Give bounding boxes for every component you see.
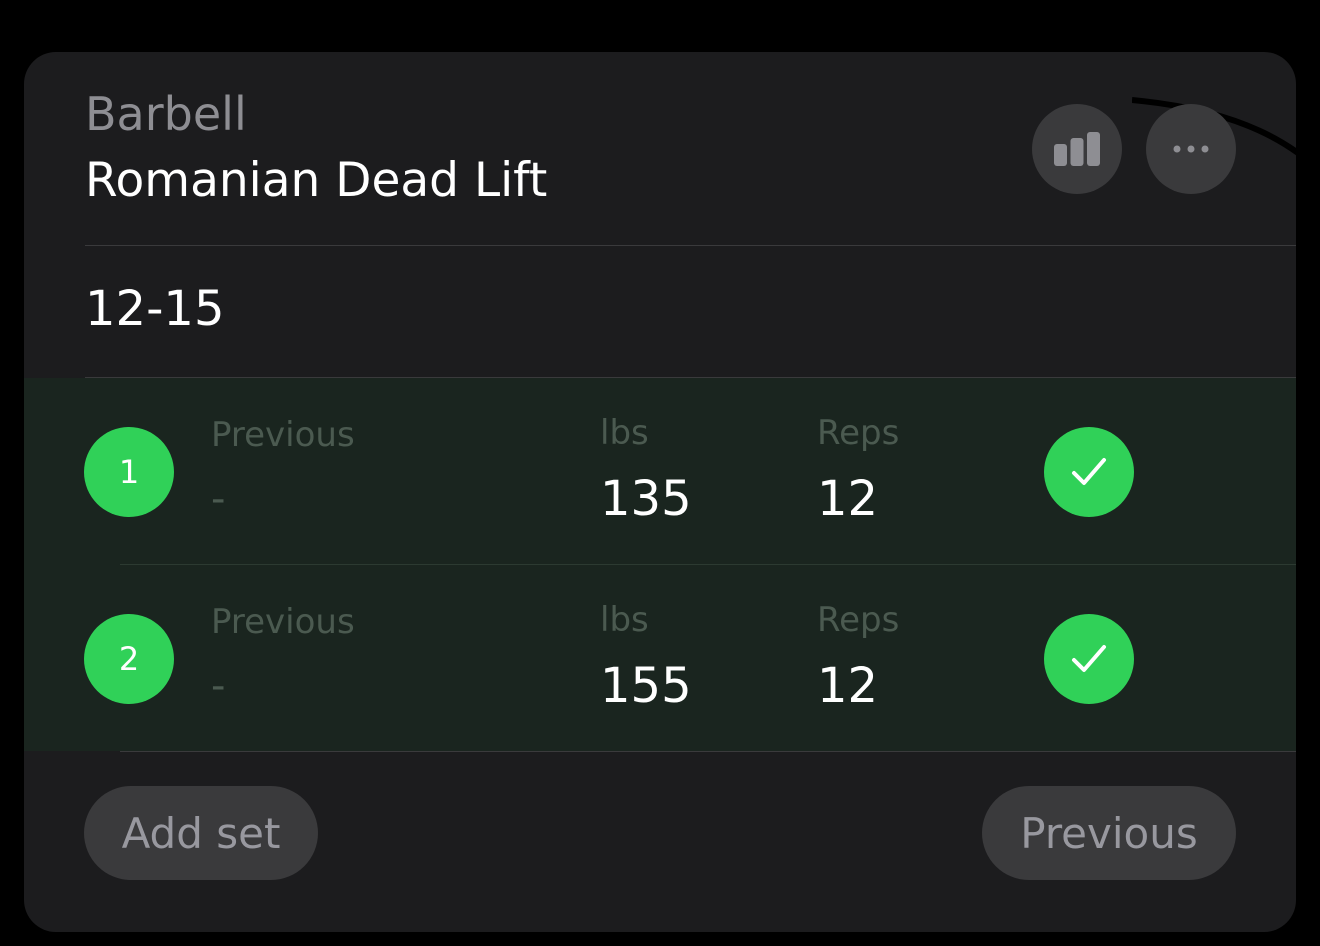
previous-button[interactable]: Previous — [982, 786, 1236, 880]
set-number-badge[interactable]: 2 — [84, 614, 174, 704]
header-divider — [85, 245, 1296, 246]
checkmark-icon — [1072, 458, 1106, 485]
sets-list: 1 Previous - lbs 135 Reps 12 2 Previous … — [24, 378, 1296, 751]
reps-value[interactable]: 12 — [817, 658, 878, 714]
stats-button[interactable] — [1032, 104, 1122, 194]
set-row[interactable]: 1 Previous - lbs 135 Reps 12 — [24, 378, 1296, 564]
weight-value[interactable]: 135 — [600, 471, 692, 527]
reps-label: Reps — [817, 413, 900, 453]
reps-label: Reps — [817, 600, 900, 640]
complete-set-button[interactable] — [1044, 427, 1134, 517]
complete-set-button[interactable] — [1044, 614, 1134, 704]
set-row[interactable]: 2 Previous - lbs 155 Reps 12 — [24, 565, 1296, 751]
checkmark-icon — [1072, 645, 1106, 672]
set-number-badge[interactable]: 1 — [84, 427, 174, 517]
exercise-card: Barbell Romanian Dead Lift 12-15 1 Previ… — [24, 52, 1296, 932]
bar-chart-icon — [1054, 132, 1100, 166]
weight-unit-label: lbs — [600, 600, 649, 640]
exercise-title[interactable]: Romanian Dead Lift — [85, 153, 547, 208]
previous-label: Previous — [211, 602, 355, 642]
previous-value: - — [211, 476, 226, 522]
reps-value[interactable]: 12 — [817, 471, 878, 527]
previous-label: Previous — [211, 415, 355, 455]
weight-value[interactable]: 155 — [600, 658, 692, 714]
more-options-button[interactable] — [1146, 104, 1236, 194]
sets-bottom-divider — [120, 751, 1296, 752]
add-set-button[interactable]: Add set — [84, 786, 318, 880]
equipment-label: Barbell — [85, 87, 247, 141]
ellipsis-icon — [1173, 145, 1209, 153]
previous-value: - — [211, 663, 226, 709]
rep-range[interactable]: 12-15 — [85, 281, 224, 337]
weight-unit-label: lbs — [600, 413, 649, 453]
